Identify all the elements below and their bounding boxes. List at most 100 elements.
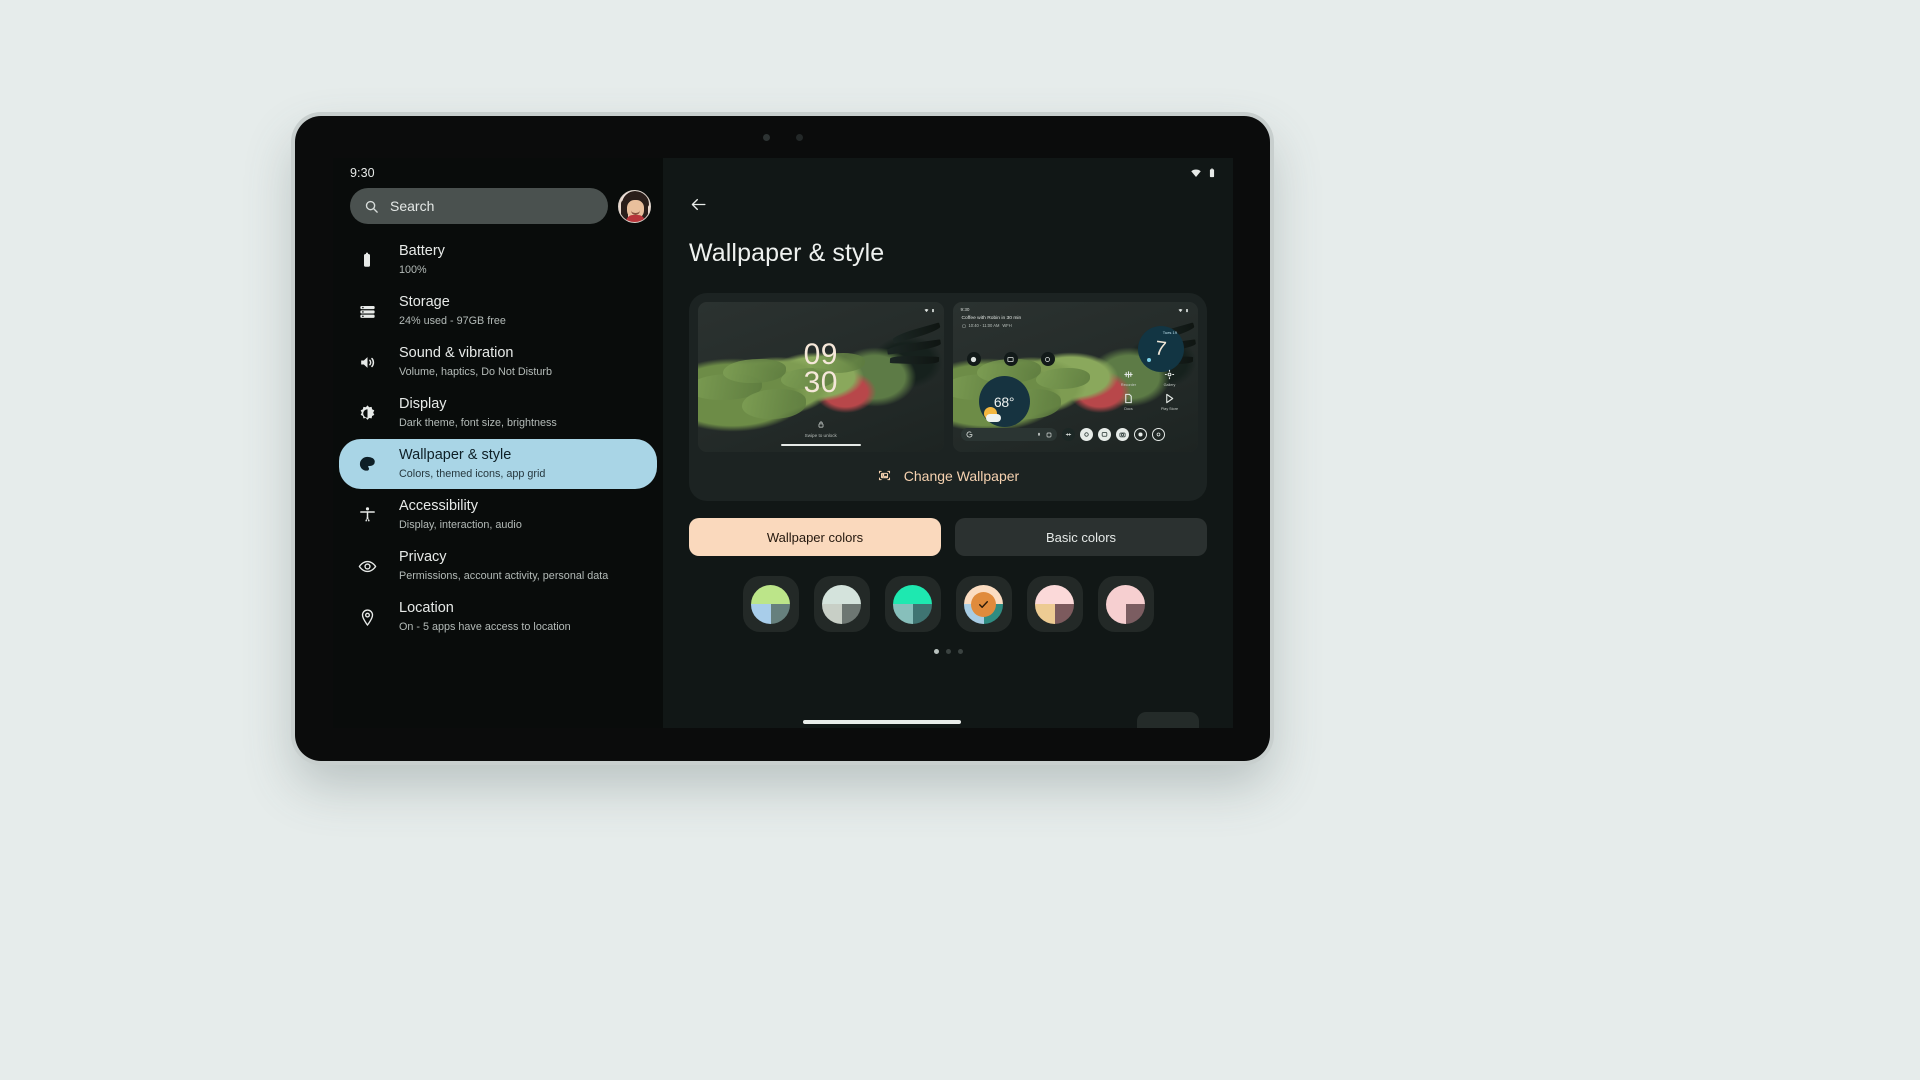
sidebar-item-summary: Colors, themed icons, app grid	[399, 468, 546, 480]
gesture-bar	[780, 443, 861, 446]
dock-search-bar[interactable]	[960, 428, 1057, 441]
app-label: Gallery	[1163, 383, 1176, 387]
sidebar-item-summary: Dark theme, font size, brightness	[399, 417, 557, 429]
dock-recorder-icon[interactable]	[1061, 428, 1075, 441]
swatch-lime[interactable]	[742, 576, 799, 632]
status-clock: 9:30	[350, 166, 375, 180]
system-gesture-bar[interactable]	[803, 720, 961, 724]
home-dock	[960, 428, 1191, 441]
page-indicator-dots	[663, 649, 1233, 654]
sidebar-item-label: Privacy	[399, 549, 447, 565]
image-icon	[877, 468, 892, 483]
recorder-icon	[1122, 368, 1135, 381]
sidebar-item-privacy[interactable]: Privacy Permissions, account activity, p…	[339, 541, 657, 591]
lock-screen-preview[interactable]: 09 30 Swipe to unlock	[698, 302, 944, 452]
wifi-icon	[1190, 167, 1202, 179]
battery-icon	[931, 308, 936, 313]
sidebar-item-summary: Display, interaction, audio	[399, 519, 522, 531]
lock-screen-clock: 09 30	[803, 338, 838, 398]
battery-icon	[1185, 308, 1190, 313]
change-wallpaper-label: Change Wallpaper	[903, 467, 1020, 484]
palette-icon	[356, 455, 378, 474]
sidebar-item-label: Wallpaper & style	[399, 447, 512, 463]
app-cell[interactable]: Recorder	[1110, 368, 1147, 387]
sidebar-item-battery[interactable]: Battery 100%	[339, 235, 657, 285]
tab-basic-colors[interactable]: Basic colors	[955, 518, 1207, 556]
feather-shape	[742, 389, 807, 419]
home-status-clock: 9:30	[960, 307, 970, 312]
sidebar-item-storage[interactable]: Storage 24% used - 97GB free	[339, 286, 657, 336]
dock-youtube-icon[interactable]	[1133, 428, 1147, 441]
camera-dot-icon	[795, 133, 803, 141]
weather-widget[interactable]: 68°	[978, 376, 1030, 427]
color-pie	[893, 584, 932, 624]
pie-slice	[1054, 604, 1074, 624]
photos-app-icon[interactable]	[1003, 352, 1018, 366]
settings-app-icon[interactable]	[966, 352, 981, 366]
app-label: Play Store	[1160, 407, 1178, 411]
app-label: Docs	[1124, 407, 1133, 411]
pie-slice	[751, 604, 771, 624]
pie-slice	[1106, 584, 1145, 604]
sidebar-item-summary: 24% used - 97GB free	[399, 315, 506, 327]
sound-icon	[356, 353, 378, 372]
tab-wallpaper-colors[interactable]: Wallpaper colors	[689, 518, 941, 556]
sidebar-item-display[interactable]: Display Dark theme, font size, brightnes…	[339, 388, 657, 438]
dock-assistant-icon[interactable]	[1151, 428, 1165, 441]
dock-messages-icon[interactable]	[1097, 428, 1111, 441]
avatar-shirt	[626, 214, 645, 222]
calendar-icon	[961, 324, 966, 328]
page-dot[interactable]	[945, 649, 951, 654]
mic-icon[interactable]	[1036, 432, 1042, 438]
page-dot[interactable]	[957, 649, 963, 654]
sidebar-item-label: Storage	[399, 294, 450, 310]
back-row	[663, 188, 1233, 214]
wallpaper-style-page: Wallpaper & style 09 30 Swipe to unlock …	[663, 158, 1233, 728]
sidebar-item-accessibility[interactable]: Accessibility Display, interaction, audi…	[339, 490, 657, 540]
change-wallpaper-button[interactable]: Change Wallpaper	[698, 452, 1198, 499]
pie-slice	[841, 604, 861, 624]
app-chip-row	[966, 352, 1055, 366]
brightness-icon	[356, 404, 378, 423]
page-dot[interactable]	[933, 649, 939, 654]
swatch-teal[interactable]	[884, 576, 941, 632]
settings-sidebar: 9:30 Search Battery 100% Storage 24% use…	[333, 158, 663, 728]
search-input[interactable]: Search	[350, 188, 608, 224]
clock-widget[interactable]: Tues 19 7	[1138, 326, 1184, 372]
sidebar-item-wallpaper-style[interactable]: Wallpaper & style Colors, themed icons, …	[339, 439, 657, 489]
app-cell[interactable]: Gallery	[1151, 368, 1188, 387]
lock-clock-hour: 09	[803, 338, 838, 371]
sidebar-item-location[interactable]: Location On - 5 apps have access to loca…	[339, 592, 657, 642]
notification-subtitle: 10:40 - 11:00 AM WFH	[961, 323, 1058, 328]
storage-icon	[356, 302, 378, 321]
search-placeholder: Search	[390, 198, 435, 214]
sidebar-item-label: Display	[399, 396, 447, 412]
pie-slice	[912, 604, 932, 624]
swatch-blush[interactable]	[1026, 576, 1083, 632]
sidebar-item-summary: 100%	[399, 264, 427, 276]
avatar[interactable]	[618, 189, 651, 223]
swatch-sage[interactable]	[813, 576, 870, 632]
camera-app-icon[interactable]	[1040, 352, 1055, 366]
clock-hand-icon: 7	[1154, 336, 1169, 361]
app-grid: Recorder Gallery Docs Play Store	[1110, 368, 1188, 411]
notification-title: Coffee with Robin in 30 min	[961, 316, 1022, 321]
gallery-icon	[1163, 368, 1176, 381]
dock-chrome-icon[interactable]	[1079, 428, 1093, 441]
app-cell[interactable]: Play Store	[1151, 392, 1188, 411]
lens-icon[interactable]	[1046, 432, 1052, 438]
home-screen-preview[interactable]: 9:30 Coffee with Robin in 30 min 10:40 -…	[952, 302, 1198, 452]
sidebar-item-sound[interactable]: Sound & vibration Volume, haptics, Do No…	[339, 337, 657, 387]
swatch-rose[interactable]	[1097, 576, 1154, 632]
calendar-notification[interactable]: Coffee with Robin in 30 min 10:40 - 11:0…	[962, 316, 1058, 328]
dock-camera-icon[interactable]	[1115, 428, 1129, 441]
app-label: Recorder	[1120, 383, 1137, 387]
swatch-peach[interactable]	[955, 576, 1012, 632]
back-arrow-icon[interactable]	[689, 195, 1233, 214]
feather-tip	[889, 355, 939, 365]
accessibility-icon	[356, 506, 378, 525]
privacy-icon	[356, 557, 378, 576]
color-swatch-row	[663, 576, 1233, 632]
color-pie	[1035, 584, 1074, 624]
app-cell[interactable]: Docs	[1110, 392, 1147, 411]
